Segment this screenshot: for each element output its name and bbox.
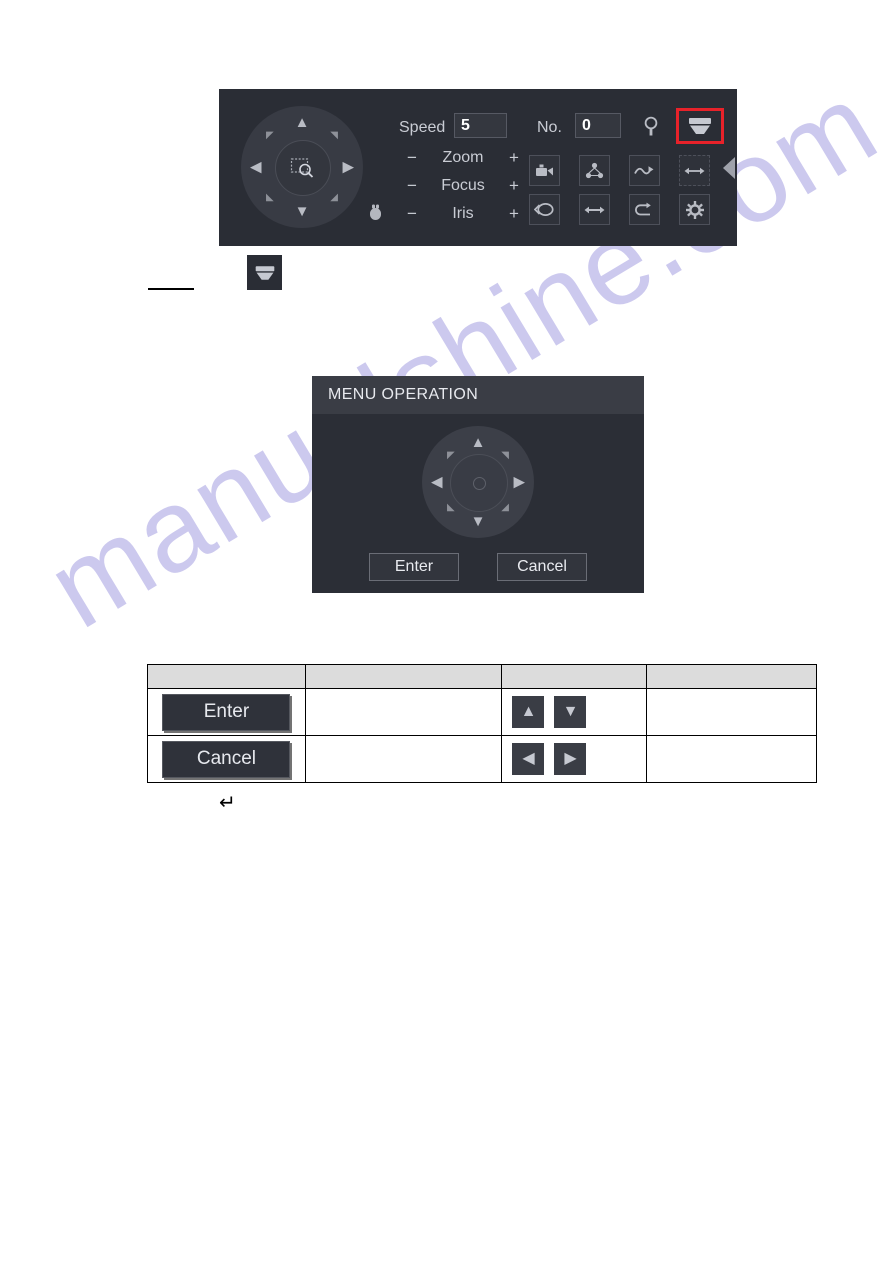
vertical-arrow-pair: ▲ ▼ bbox=[502, 696, 646, 728]
up-arrow-button[interactable]: ▲ bbox=[512, 696, 545, 728]
ptz-joystick[interactable]: ▲ ▼ ◀ ▶ ◤ ◥ ◣ ◢ bbox=[241, 106, 363, 228]
zoom-minus-button[interactable]: − bbox=[405, 148, 419, 168]
tour-button[interactable] bbox=[579, 155, 610, 186]
iris-stepper: − Iris + bbox=[405, 204, 521, 224]
zoom-stepper: − Zoom + bbox=[405, 148, 521, 168]
table-cell-description-4 bbox=[646, 735, 817, 783]
table-cell-vertical-arrows: ▲ ▼ bbox=[501, 688, 648, 736]
auto-scan-icon bbox=[684, 167, 705, 174]
light-bulb-button[interactable] bbox=[640, 114, 662, 139]
preset-number-input[interactable]: 0 bbox=[575, 113, 621, 138]
flip-icon bbox=[635, 202, 651, 215]
tour-icon bbox=[585, 162, 604, 178]
pattern-button[interactable] bbox=[629, 155, 660, 186]
inline-dome-camera-icon-button[interactable] bbox=[247, 255, 282, 290]
dialog-joystick[interactable]: ▲ ▼ ◀ ▶ ◤ ◥ ◣ ◢ bbox=[422, 426, 534, 538]
dialog-title: MENU OPERATION bbox=[312, 376, 644, 414]
table-header-cell-1 bbox=[147, 664, 306, 689]
joystick-right-arrow-icon[interactable]: ▶ bbox=[342, 160, 354, 175]
pan-button[interactable] bbox=[579, 194, 610, 225]
dialog-button-row: Enter Cancel bbox=[312, 553, 644, 581]
table-row: Cancel ◀ ▶ bbox=[147, 735, 817, 783]
table-header-row bbox=[147, 664, 817, 689]
table-cell-enter-button: Enter bbox=[147, 688, 306, 736]
horizontal-arrow-pair: ◀ ▶ bbox=[502, 743, 646, 775]
speed-input[interactable]: 5 bbox=[454, 113, 507, 138]
table-cell-horizontal-arrows: ◀ ▶ bbox=[501, 735, 648, 783]
preset-number-label: No. bbox=[537, 119, 562, 136]
table-header-cell-2 bbox=[304, 664, 503, 689]
right-arrow-button[interactable]: ▶ bbox=[554, 743, 587, 775]
joystick-up-arrow-icon[interactable]: ▲ bbox=[295, 115, 310, 130]
zoom-region-icon bbox=[290, 158, 314, 178]
table-header-cell-3 bbox=[501, 664, 648, 689]
dialog-joystick-up-right-arrow-icon[interactable]: ◥ bbox=[501, 451, 509, 461]
zoom-plus-button[interactable]: + bbox=[507, 148, 521, 168]
settings-gear-icon bbox=[685, 200, 704, 219]
focus-minus-button[interactable]: − bbox=[405, 176, 419, 196]
pattern-icon bbox=[634, 165, 654, 174]
dome-camera-menu-icon bbox=[689, 118, 711, 134]
cancel-button[interactable]: Cancel bbox=[162, 740, 291, 778]
dialog-joystick-down-right-arrow-icon[interactable]: ◢ bbox=[501, 503, 509, 513]
return-glyph-icon: ↵ bbox=[219, 790, 236, 814]
iris-minus-button[interactable]: − bbox=[405, 204, 419, 224]
joystick-down-right-arrow-icon[interactable]: ◢ bbox=[330, 193, 338, 203]
collapse-left-arrow-icon[interactable] bbox=[723, 157, 735, 179]
focus-stepper: − Focus + bbox=[405, 176, 521, 196]
table-row: Enter ▲ ▼ bbox=[147, 688, 817, 736]
mouse-icon bbox=[369, 204, 382, 221]
left-arrow-button[interactable]: ◀ bbox=[512, 743, 545, 775]
settings-button[interactable] bbox=[679, 194, 710, 225]
light-bulb-icon bbox=[644, 116, 658, 135]
dialog-joystick-right-arrow-icon[interactable]: ▶ bbox=[513, 475, 525, 490]
dialog-joystick-down-left-arrow-icon[interactable]: ◣ bbox=[447, 503, 455, 513]
focus-label: Focus bbox=[441, 177, 485, 194]
joystick-down-arrow-icon[interactable]: ▼ bbox=[295, 204, 310, 219]
table-header-cell-4 bbox=[646, 664, 817, 689]
rotate-icon bbox=[534, 203, 554, 216]
dialog-enter-button[interactable]: Enter bbox=[369, 553, 459, 581]
ptz-function-grid bbox=[529, 155, 729, 233]
auto-scan-button[interactable] bbox=[679, 155, 710, 186]
dialog-joystick-down-arrow-icon[interactable]: ▼ bbox=[471, 514, 486, 529]
zoom-label: Zoom bbox=[442, 149, 484, 166]
focus-plus-button[interactable]: + bbox=[507, 176, 521, 196]
enter-button[interactable]: Enter bbox=[162, 693, 291, 731]
dome-camera-menu-icon bbox=[255, 265, 274, 280]
rotate-button[interactable] bbox=[529, 194, 560, 225]
operation-reference-table: Enter ▲ ▼ Cancel ◀ ▶ bbox=[147, 664, 817, 783]
menu-operation-dialog: MENU OPERATION ▲ ▼ ◀ ▶ ◤ ◥ ◣ ◢ Enter Can… bbox=[312, 376, 644, 593]
dialog-joystick-center-dot-icon bbox=[472, 476, 486, 490]
pan-icon bbox=[584, 206, 605, 213]
table-cell-description-1 bbox=[304, 688, 503, 736]
table-cell-description-2 bbox=[646, 688, 817, 736]
joystick-left-arrow-icon[interactable]: ◀ bbox=[250, 160, 262, 175]
iris-plus-button[interactable]: + bbox=[507, 204, 521, 224]
joystick-center-zoom-button[interactable] bbox=[275, 140, 331, 196]
dialog-joystick-left-arrow-icon[interactable]: ◀ bbox=[431, 475, 443, 490]
flip-button[interactable] bbox=[629, 194, 660, 225]
preset-icon bbox=[536, 164, 553, 176]
menu-dome-button-highlight[interactable] bbox=[676, 108, 724, 144]
dialog-cancel-button[interactable]: Cancel bbox=[497, 553, 587, 581]
dialog-joystick-up-arrow-icon[interactable]: ▲ bbox=[471, 435, 486, 450]
iris-label: Iris bbox=[452, 205, 474, 222]
table-cell-cancel-button: Cancel bbox=[147, 735, 306, 783]
dialog-joystick-center-button[interactable] bbox=[450, 454, 508, 512]
speed-label: Speed bbox=[399, 119, 446, 136]
table-cell-description-3 bbox=[304, 735, 503, 783]
blank-underline-rule bbox=[148, 288, 194, 290]
preset-button[interactable] bbox=[529, 155, 560, 186]
dialog-joystick-up-left-arrow-icon[interactable]: ◤ bbox=[447, 451, 455, 461]
down-arrow-button[interactable]: ▼ bbox=[554, 696, 587, 728]
joystick-up-left-arrow-icon[interactable]: ◤ bbox=[266, 131, 274, 141]
joystick-up-right-arrow-icon[interactable]: ◥ bbox=[330, 131, 338, 141]
ptz-control-panel: ▲ ▼ ◀ ▶ ◤ ◥ ◣ ◢ Speed 5 No. 0 − Zoom + −… bbox=[219, 89, 737, 246]
joystick-down-left-arrow-icon[interactable]: ◣ bbox=[266, 193, 274, 203]
